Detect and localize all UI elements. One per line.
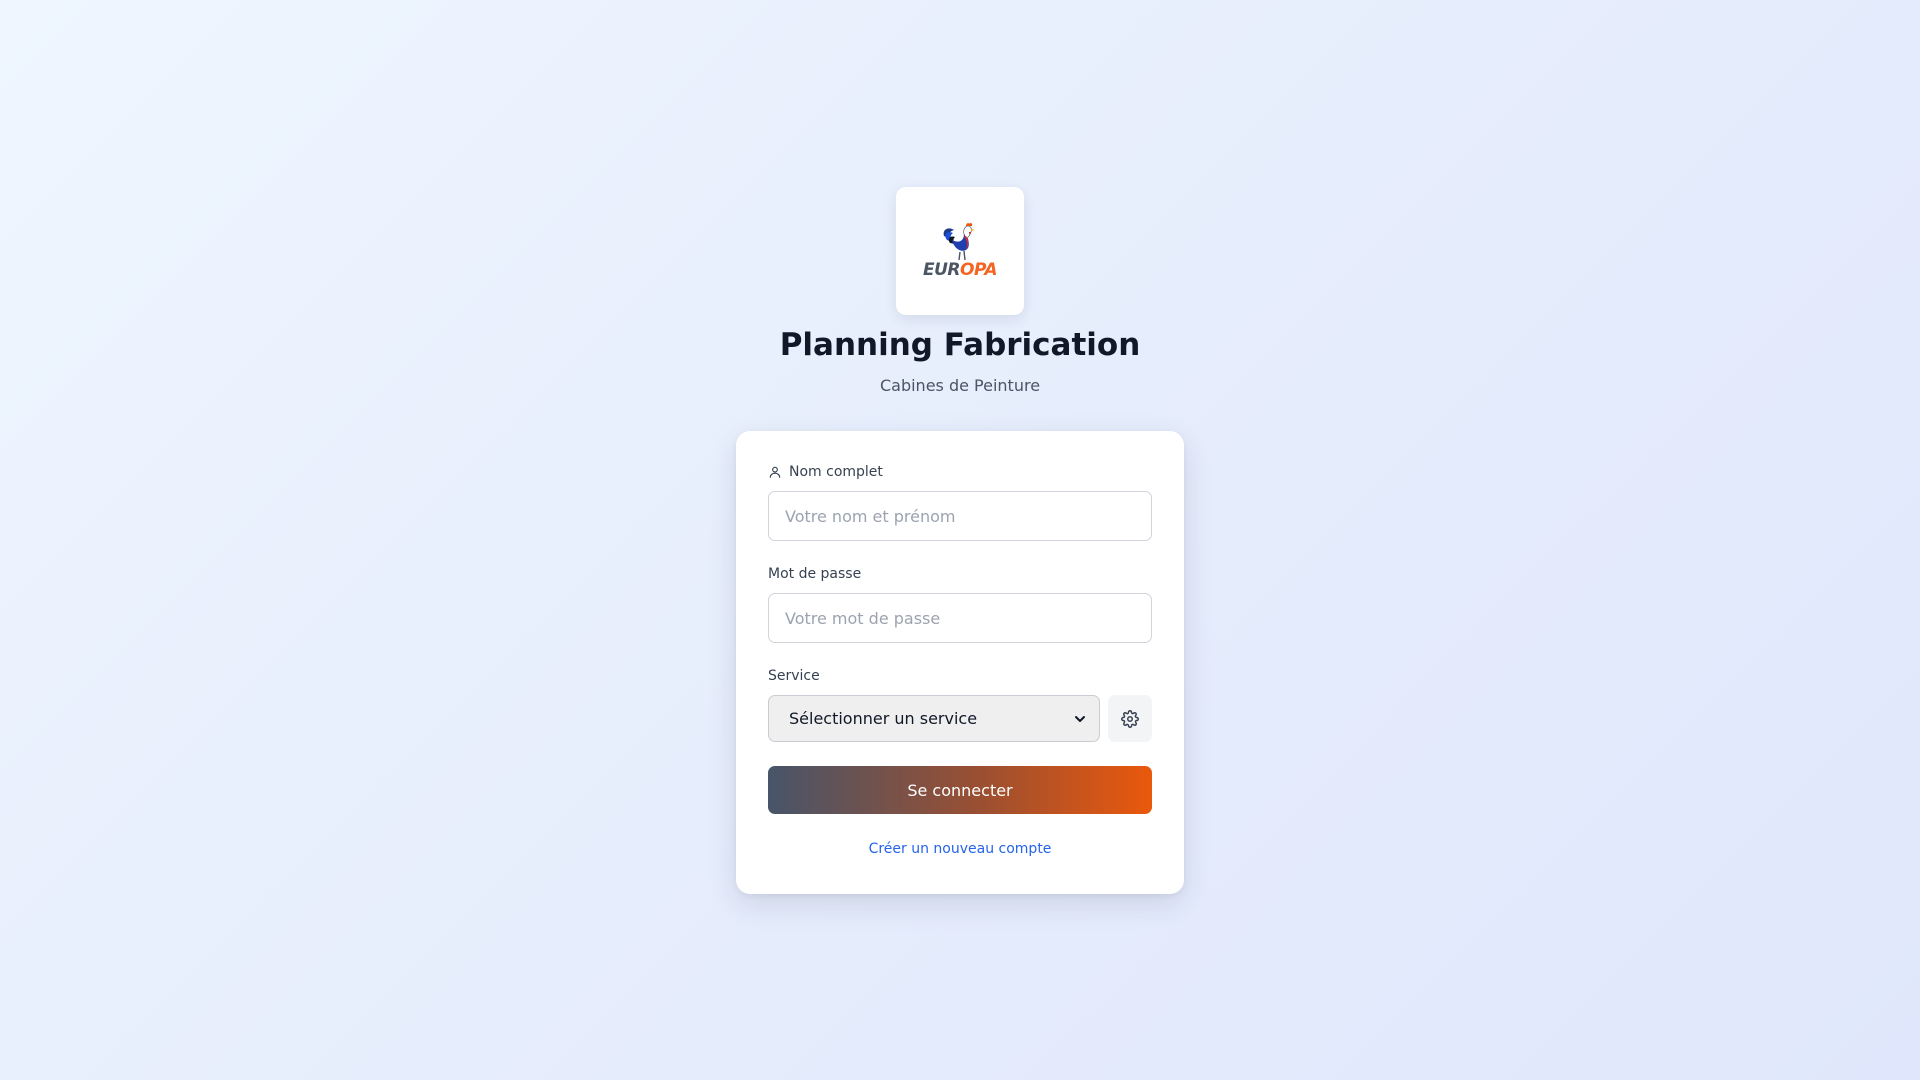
rooster-icon [943,222,975,261]
login-card: Nom complet Mot de passe Service Sélecti… [736,431,1184,894]
password-label-text: Mot de passe [768,566,862,582]
password-input[interactable] [768,593,1152,643]
brand-wordmark-part2: OPA [960,260,998,280]
gear-icon [1121,709,1139,728]
brand-wordmark: EUROPA [922,260,998,280]
service-settings-button[interactable] [1108,695,1152,742]
create-account-link[interactable]: Créer un nouveau compte [736,841,1184,857]
name-label-text: Nom complet [789,464,883,480]
service-select-value: Sélectionner un service [789,709,978,728]
brand-logo: EUROPA [896,187,1024,315]
name-field-label: Nom complet [768,464,883,480]
login-button[interactable]: Se connecter [768,766,1152,814]
service-label-text: Service [768,668,820,684]
chevron-down-icon [1073,712,1087,726]
page-title: Planning Fabrication [779,327,1141,363]
brand-wordmark-part1: EUR [922,260,961,280]
name-input[interactable] [768,491,1152,541]
service-select[interactable]: Sélectionner un service [768,695,1100,742]
service-field-label: Service [768,668,820,684]
user-icon [769,466,781,478]
password-field-label: Mot de passe [768,566,861,582]
page-subtitle: Cabines de Peinture [879,376,1041,395]
